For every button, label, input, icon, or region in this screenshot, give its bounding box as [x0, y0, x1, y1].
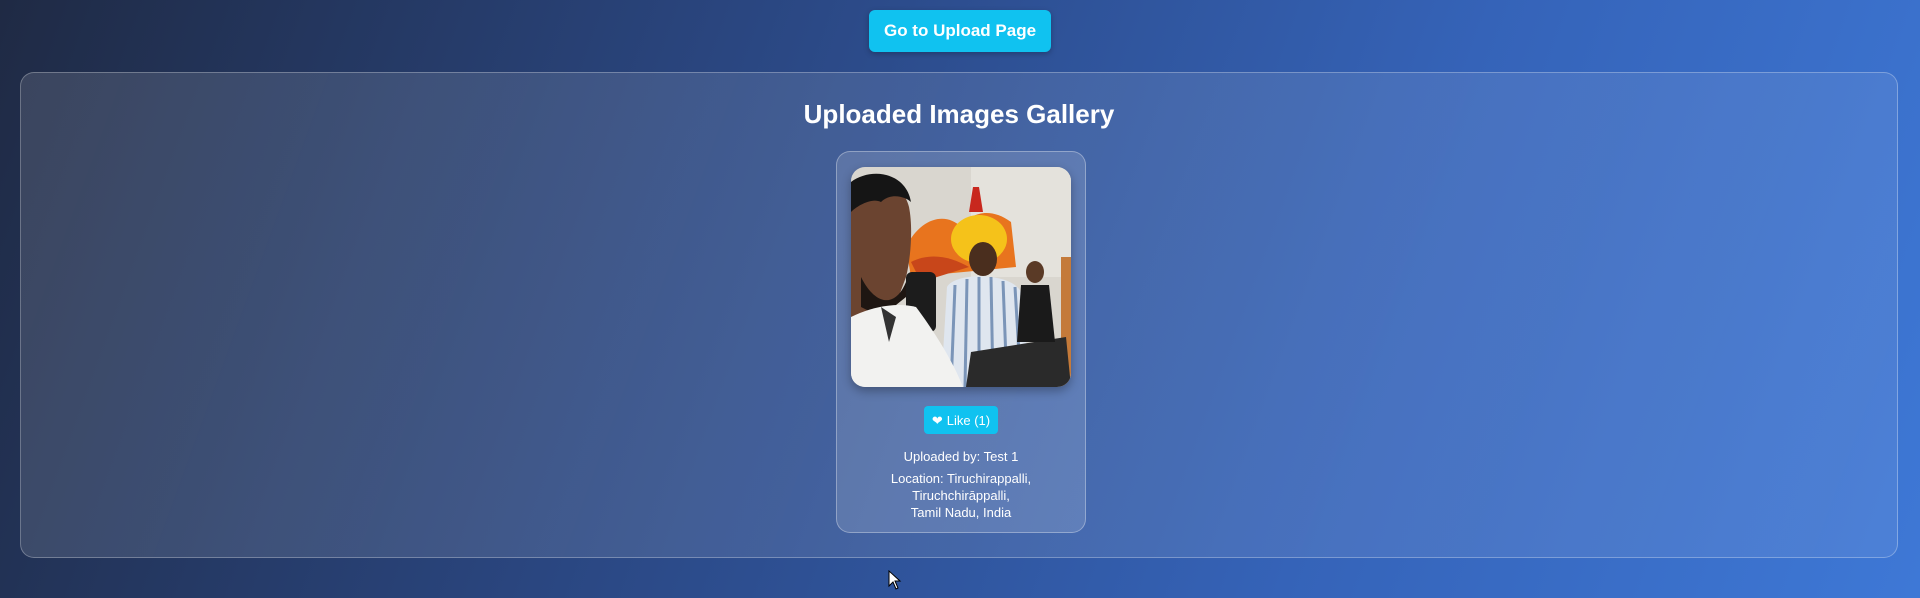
go-to-upload-button[interactable]: Go to Upload Page: [869, 10, 1051, 52]
gallery-title: Uploaded Images Gallery: [803, 99, 1115, 129]
cursor-icon: [888, 570, 902, 590]
location-line-1: Location: Tiruchirappalli,: [890, 471, 1032, 486]
gallery-card: ❤ Like (1) Uploaded by: Test 1 Location:…: [836, 151, 1086, 533]
uploaded-by-text: Uploaded by: Test 1: [903, 449, 1019, 464]
location-line-3: Tamil Nadu, India: [910, 505, 1012, 520]
like-button-label: Like (1): [946, 412, 991, 428]
heart-icon: ❤: [931, 412, 943, 428]
gallery-panel: Uploaded Images Gallery ❤ Like (1) Uploa…: [20, 72, 1898, 558]
location-text: Location: Tiruchirappalli, Tiruchchirāpp…: [837, 470, 1085, 521]
uploaded-image[interactable]: [851, 167, 1071, 387]
location-line-2: Tiruchchirāppalli,: [912, 488, 1010, 503]
like-button[interactable]: ❤ Like (1): [924, 406, 998, 434]
